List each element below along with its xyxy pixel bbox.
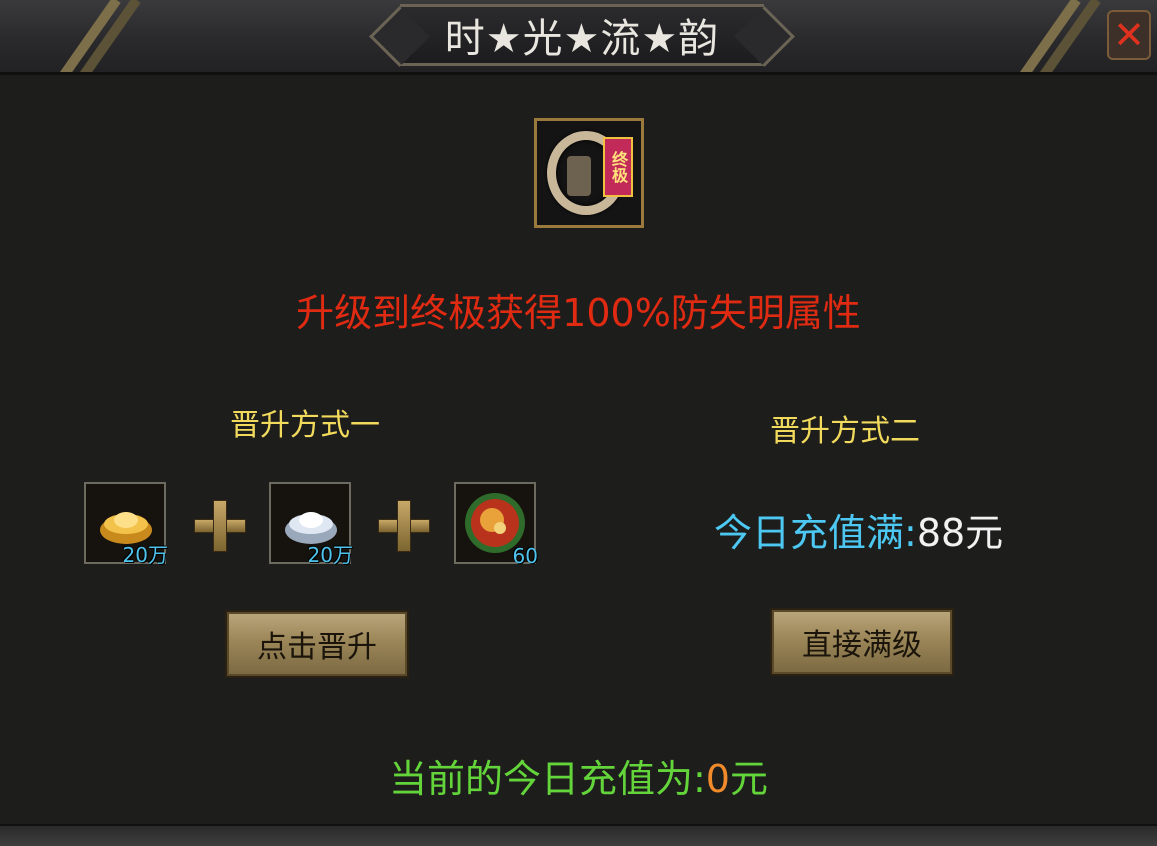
- material-qty: 20万: [122, 543, 168, 567]
- max-level-button[interactable]: 直接满级: [770, 608, 954, 676]
- current-recharge-amount: 0: [705, 757, 730, 801]
- close-button[interactable]: ✕: [1107, 10, 1151, 60]
- ultimate-badge: 终极: [603, 137, 633, 197]
- item-slot-ring[interactable]: 终极: [534, 118, 644, 228]
- promote-button[interactable]: 点击晋升: [225, 610, 409, 678]
- plus-icon: [378, 500, 430, 552]
- title-plate: 时★光★流★韵: [400, 4, 764, 66]
- upgrade-headline: 升级到终极获得100%防失明属性: [296, 291, 861, 335]
- method-two-label: 晋升方式二: [770, 414, 920, 449]
- close-icon: ✕: [1113, 13, 1145, 57]
- method-one-label: 晋升方式一: [230, 408, 380, 443]
- material-slot-gold[interactable]: 20万: [84, 482, 168, 567]
- material-slot-silver[interactable]: 20万: [269, 482, 353, 567]
- ring-gem: [567, 156, 591, 196]
- recharge-label: 今日充值满:: [714, 511, 917, 555]
- title-bar: 时★光★流★韵 ✕: [0, 0, 1157, 75]
- plus-icon: [194, 500, 246, 552]
- material-qty: 60: [512, 544, 538, 568]
- material-slot-orb[interactable]: 60: [454, 482, 538, 568]
- recharge-value: 88元: [916, 511, 1004, 555]
- promotion-dialog: 时★光★流★韵 ✕ 终极 升级到终极获得100%防失明属性 晋升方式一 晋升方式…: [0, 0, 1157, 846]
- current-recharge-label: 当前的今日充值为:: [388, 757, 706, 801]
- window-title: 时★光★流★韵: [444, 16, 720, 62]
- bottom-bar: [0, 824, 1157, 846]
- material-qty: 20万: [307, 543, 353, 567]
- recharge-requirement: 今日充值满:88元: [714, 502, 1003, 557]
- current-recharge-unit: 元: [729, 757, 768, 801]
- current-recharge: 当前的今日充值为:0元: [0, 748, 1157, 803]
